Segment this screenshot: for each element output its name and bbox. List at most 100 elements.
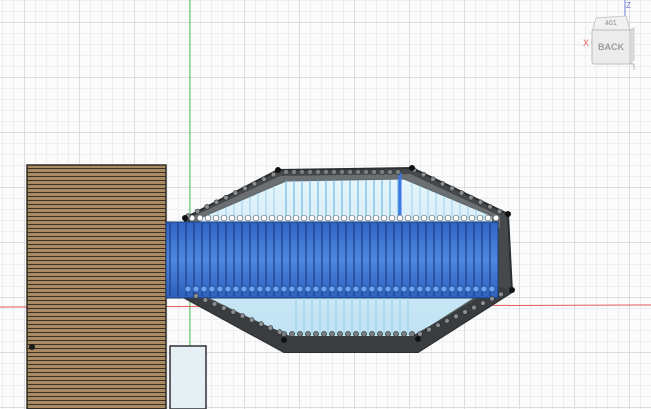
bead-point (213, 199, 220, 205)
view-cube[interactable]: 401 BACK X Z (578, 0, 651, 76)
bead-point (280, 285, 288, 293)
bead-point (492, 214, 500, 222)
bead-point (240, 285, 248, 293)
rib-lines (169, 223, 491, 296)
wood-panel (26, 164, 167, 409)
bead-point (363, 169, 369, 175)
bead-point (252, 214, 260, 222)
bead-point (372, 214, 380, 222)
bead-point (480, 285, 488, 293)
bead-point (352, 285, 360, 293)
bead-point (404, 214, 412, 222)
bead-point (426, 326, 432, 333)
bead-point (264, 285, 272, 293)
bead-point (361, 331, 367, 337)
bead-point (420, 171, 427, 178)
bead-point (424, 285, 432, 293)
bead-point (216, 285, 224, 293)
bead-point (489, 296, 495, 302)
bead-point (272, 285, 280, 293)
bead-point (258, 321, 264, 327)
bead-point (347, 169, 353, 175)
bead-point (324, 214, 332, 222)
bead-point (312, 285, 320, 293)
bead-point (305, 331, 311, 337)
bead-point (376, 285, 384, 293)
corner-vertex (182, 215, 188, 221)
model-scene[interactable] (0, 0, 651, 409)
bead-point (200, 285, 208, 293)
view-cube-top-label: 401 (605, 20, 617, 28)
bead-point (204, 204, 210, 210)
3d-viewport[interactable]: 401 BACK X Z (0, 0, 651, 409)
corner-vertex (275, 167, 281, 173)
bead-point (297, 331, 303, 337)
bead-point (292, 214, 300, 222)
bead-point (360, 285, 368, 293)
bead-point (337, 331, 343, 337)
corner-vertex (281, 337, 287, 343)
bead-point (369, 331, 375, 337)
bead-point (328, 285, 336, 293)
view-cube-x-label: X (583, 38, 589, 48)
bead-point (304, 285, 312, 293)
bead-point (192, 285, 200, 293)
bead-point (299, 169, 305, 175)
bead-point (432, 285, 440, 293)
bead-point (458, 190, 465, 196)
bead-point (435, 322, 441, 328)
bead-point (228, 214, 236, 222)
bead-point (472, 285, 480, 293)
bead-point (385, 331, 391, 337)
bead-point (388, 214, 396, 222)
bead-point (283, 169, 289, 175)
bead-point (300, 214, 308, 222)
bead-point (248, 285, 256, 293)
bead-point (288, 285, 296, 293)
bead-point (239, 313, 246, 319)
bead-point (308, 214, 316, 222)
bead-point (345, 331, 351, 337)
bead-point (401, 331, 407, 337)
bead-point (313, 331, 319, 337)
bead-point (242, 185, 248, 192)
bead-point (456, 285, 464, 293)
bead-point (316, 214, 324, 222)
bead-point (364, 214, 372, 222)
bead-point (453, 313, 459, 320)
bead-point (307, 169, 313, 175)
vertex-point (29, 344, 35, 350)
bead-point (344, 285, 352, 293)
corner-vertex (505, 211, 511, 217)
bead-point (420, 214, 428, 222)
bead-point (315, 169, 321, 175)
bead-point (353, 331, 359, 337)
bead-point (202, 297, 209, 303)
bead-point (387, 169, 393, 175)
bead-point (444, 318, 450, 324)
bead-point (409, 331, 415, 337)
bead-point (428, 214, 436, 222)
bead-point (291, 169, 297, 175)
bead-point (184, 285, 192, 293)
bead-point (408, 285, 416, 293)
bead-point (196, 214, 204, 222)
bead-point (452, 214, 460, 222)
bead-point (379, 169, 385, 175)
bead-point (436, 214, 444, 222)
bead-point (348, 214, 356, 222)
bead-point (380, 214, 388, 222)
bead-point (468, 214, 476, 222)
corner-vertex (409, 165, 415, 171)
bead-point (331, 169, 337, 175)
bead-point (320, 285, 328, 293)
bead-point (498, 291, 504, 298)
bead-point (194, 208, 201, 215)
bead-point (236, 214, 244, 222)
bead-point (230, 309, 236, 315)
bead-point (323, 169, 329, 175)
bead-point (296, 285, 304, 293)
bead-point (480, 300, 486, 306)
view-cube-side (629, 27, 635, 65)
bead-point (393, 331, 399, 337)
